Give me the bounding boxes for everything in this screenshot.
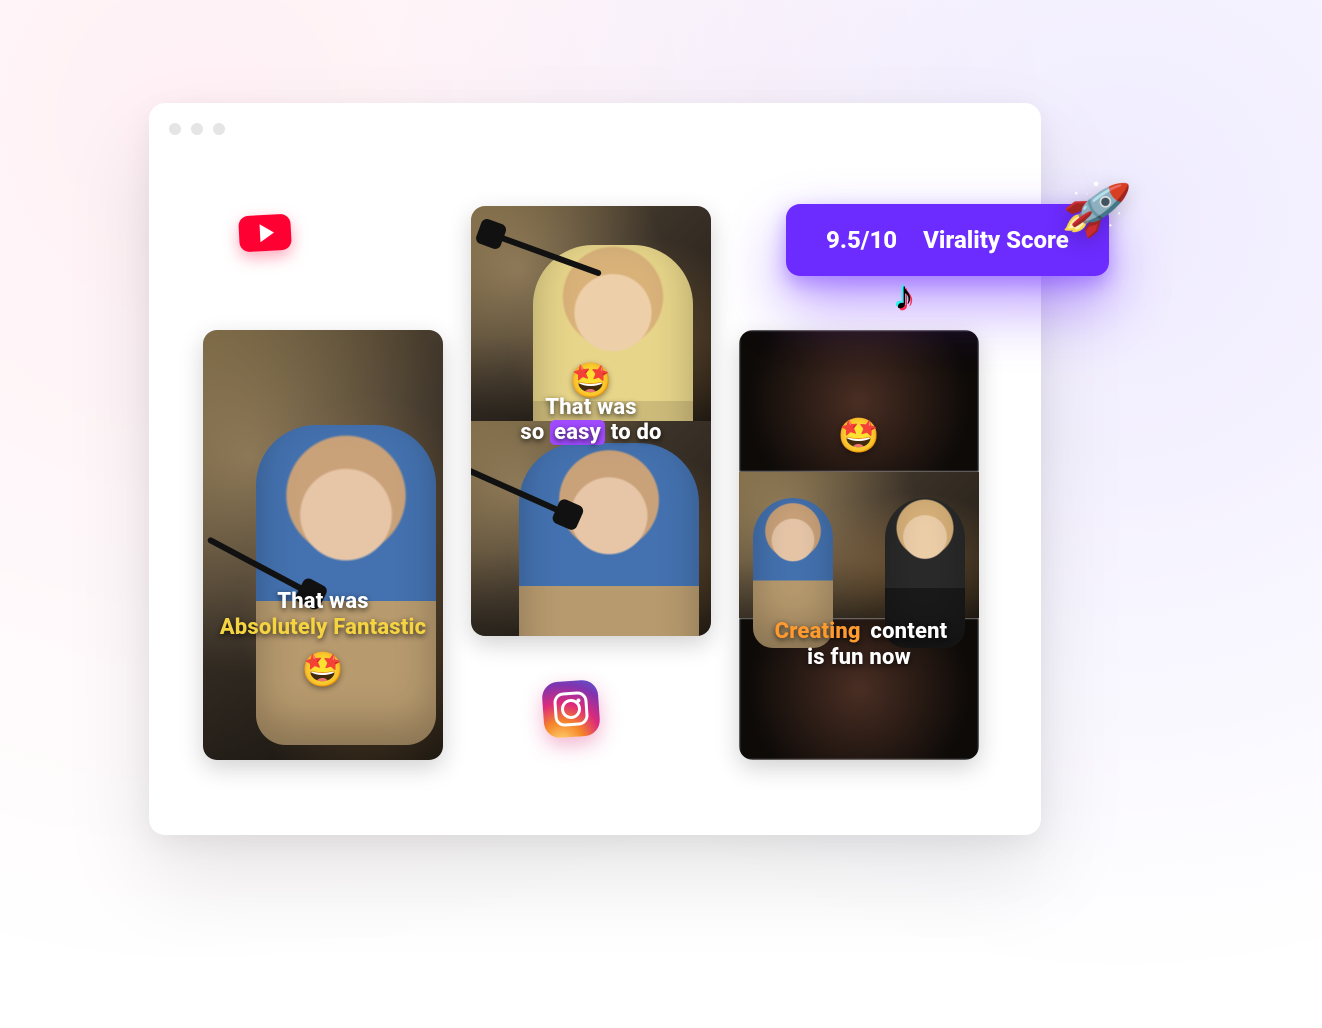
video-clip-3[interactable]: 🤩 Creating content is fun now <box>739 330 979 760</box>
video-clip-2[interactable]: 🤩 That was so easy to do <box>471 206 711 636</box>
caption-line-post: to do <box>605 420 662 445</box>
caption-highlight: Absolutely Fantastic <box>216 615 431 640</box>
caption-line-post: content <box>865 619 948 644</box>
rocket-emoji: 🚀 <box>1058 174 1133 246</box>
caption-line: That was <box>545 395 637 420</box>
virality-score-label: Virality Score <box>923 226 1069 254</box>
star-struck-emoji: 🤩 <box>838 416 880 456</box>
caption-line-pre: so <box>520 420 550 445</box>
virality-score-value: 9.5/10 <box>826 226 897 254</box>
caption-line: is fun now <box>807 645 911 670</box>
caption-line: That was <box>277 589 369 614</box>
caption-highlight: easy <box>550 420 605 445</box>
caption-highlight: Creating <box>771 619 865 644</box>
instagram-icon <box>541 679 601 739</box>
video-clip-1[interactable]: That was Absolutely Fantastic 🤩 <box>203 330 443 760</box>
youtube-icon <box>238 214 292 253</box>
star-struck-emoji: 🤩 <box>302 650 344 690</box>
